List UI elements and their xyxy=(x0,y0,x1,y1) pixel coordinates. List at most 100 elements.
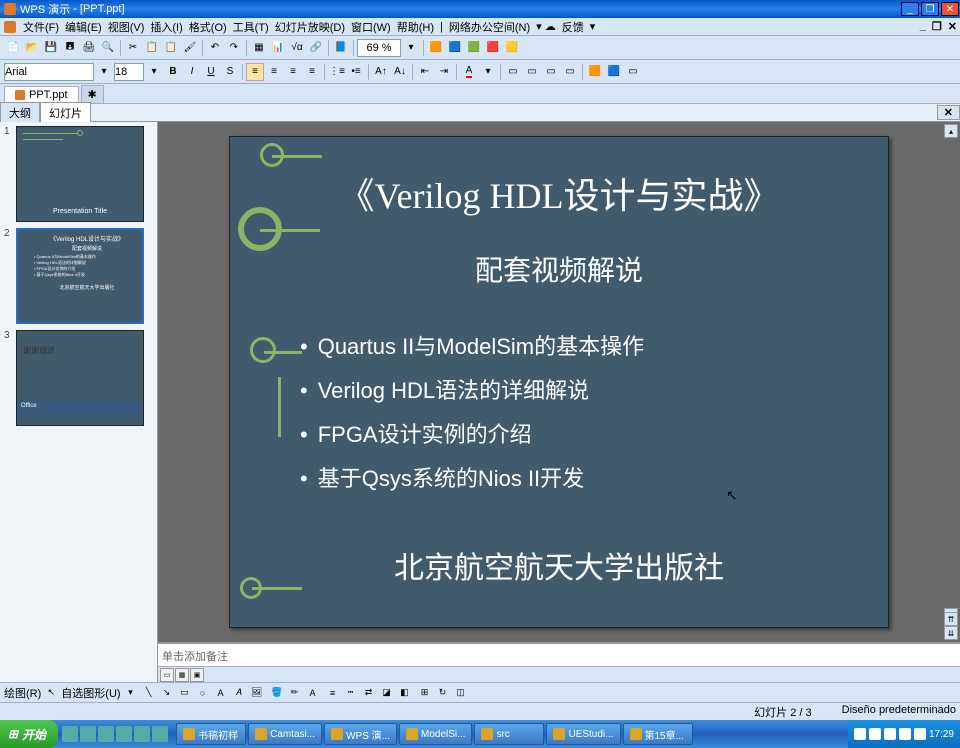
font-color-button[interactable]: A xyxy=(460,63,478,81)
tb-btn-b[interactable]: 🟦 xyxy=(446,39,464,57)
tray-icon-5[interactable] xyxy=(914,728,926,740)
slideshow-view-button[interactable]: ▣ xyxy=(190,668,204,682)
fill-color-button[interactable]: 🪣 xyxy=(269,685,285,701)
arrow-button[interactable]: ↘ xyxy=(159,685,175,701)
new-slide-button[interactable]: ▭ xyxy=(504,63,522,81)
prev-slide-button[interactable]: ⇈ xyxy=(944,612,958,626)
task-1[interactable]: 书稿初样 xyxy=(176,723,246,745)
start-button[interactable]: ⊞开始 xyxy=(0,720,58,748)
line-color-button[interactable]: ✏ xyxy=(287,685,303,701)
zoom-input[interactable] xyxy=(357,39,401,57)
rotate-button[interactable]: ↻ xyxy=(435,685,451,701)
new-button[interactable]: 📄 xyxy=(4,39,22,57)
current-slide[interactable]: 《Verilog HDL设计与实战》 配套视频解说 Quartus II与Mod… xyxy=(229,136,889,628)
task-4[interactable]: ModelSi... xyxy=(399,723,472,745)
shadow-style-button[interactable]: ◪ xyxy=(379,685,395,701)
font-color-button-2[interactable]: A xyxy=(305,685,321,701)
line-button[interactable]: ╲ xyxy=(141,685,157,701)
undo-button[interactable]: ↶ xyxy=(206,39,224,57)
tb2-c[interactable]: ▭ xyxy=(561,63,579,81)
ql-1[interactable] xyxy=(62,726,78,742)
format-painter-button[interactable]: 🖌 xyxy=(181,39,199,57)
tb2-f[interactable]: ▭ xyxy=(624,63,642,81)
oval-button[interactable]: ○ xyxy=(195,685,211,701)
bullets-button[interactable]: •≡ xyxy=(347,63,365,81)
font-family-input[interactable] xyxy=(4,63,94,81)
menu-view[interactable]: 视图(V) xyxy=(105,19,148,35)
tray-icon-4[interactable] xyxy=(899,728,911,740)
ql-4[interactable] xyxy=(116,726,132,742)
doc-restore[interactable]: ❐ xyxy=(929,20,945,33)
textbox-button[interactable]: A xyxy=(213,685,229,701)
doc-minimize[interactable]: _ xyxy=(917,20,929,33)
align-left-button[interactable]: ≡ xyxy=(246,63,264,81)
equal-button[interactable]: ◫ xyxy=(453,685,469,701)
open-button[interactable]: 📂 xyxy=(23,39,41,57)
slide-thumb-3[interactable]: 3 谢谢观赏 Office xyxy=(4,330,153,426)
tab-slides[interactable]: 幻灯片 xyxy=(40,102,91,124)
tb-btn-d[interactable]: 🟥 xyxy=(484,39,502,57)
doc-close[interactable]: ✕ xyxy=(945,20,960,33)
hyperlink-button[interactable]: 🔗 xyxy=(307,39,325,57)
3d-style-button[interactable]: ◧ xyxy=(397,685,413,701)
wordart-button[interactable]: 𝐴 xyxy=(231,685,247,701)
menu-help[interactable]: 帮助(H) xyxy=(394,19,437,35)
increase-font-button[interactable]: A↑ xyxy=(372,63,390,81)
next-slide-button[interactable]: ⇊ xyxy=(944,626,958,640)
notes-pane[interactable]: 单击添加备注 xyxy=(158,642,960,666)
menu-format[interactable]: 格式(O) xyxy=(186,19,230,35)
sorter-view-button[interactable]: ▦ xyxy=(175,668,189,682)
slide-area[interactable]: ▴ 《Verilog HDL设计与实战》 配套视频解说 Quartus II与M… xyxy=(158,122,960,642)
task-5[interactable]: src xyxy=(474,723,544,745)
slide-thumb-2[interactable]: 2 《Verilog HDL设计与实战》 配套视频解说 • Quartus II… xyxy=(4,228,153,324)
equation-button[interactable]: √α xyxy=(288,39,306,57)
font-color-dropdown[interactable]: ▾ xyxy=(479,63,497,81)
tb2-d[interactable]: 🟧 xyxy=(586,63,604,81)
dash-style-button[interactable]: ┅ xyxy=(343,685,359,701)
zoom-dropdown[interactable]: ▾ xyxy=(402,39,420,57)
italic-button[interactable]: I xyxy=(183,63,201,81)
decrease-indent-button[interactable]: ⇤ xyxy=(416,63,434,81)
task-7[interactable]: 第15章... xyxy=(623,723,693,745)
system-tray[interactable]: 17:29 xyxy=(848,720,960,748)
autoshape-dropdown[interactable]: ▾ xyxy=(123,685,139,701)
saveas-button[interactable]: 🖪 xyxy=(61,39,79,57)
tb2-a[interactable]: ▭ xyxy=(523,63,541,81)
print-button[interactable]: 🖨 xyxy=(80,39,98,57)
paste-button[interactable]: 📋 xyxy=(162,39,180,57)
ql-3[interactable] xyxy=(98,726,114,742)
line-style-button[interactable]: ≡ xyxy=(325,685,341,701)
ql-6[interactable] xyxy=(152,726,168,742)
picture-button[interactable]: 🖼 xyxy=(249,685,265,701)
underline-button[interactable]: U xyxy=(202,63,220,81)
tb2-b[interactable]: ▭ xyxy=(542,63,560,81)
menu-network[interactable]: 网络办公空间(N) xyxy=(446,19,533,35)
tray-icon-3[interactable] xyxy=(884,728,896,740)
menu-tools[interactable]: 工具(T) xyxy=(230,19,272,35)
align-center-button[interactable]: ≡ xyxy=(265,63,283,81)
tab-outline[interactable]: 大纲 xyxy=(0,102,40,124)
chart-button[interactable]: 📊 xyxy=(269,39,287,57)
app-menu-icon[interactable] xyxy=(4,21,16,33)
select-button[interactable]: ↖ xyxy=(43,685,59,701)
slide-thumb-1[interactable]: 1 Presentation Title xyxy=(4,126,153,222)
bold-button[interactable]: B xyxy=(164,63,182,81)
menu-edit[interactable]: 编辑(E) xyxy=(62,19,105,35)
slides-panel[interactable]: 1 Presentation Title 2 《Verilog HDL设计与实战… xyxy=(0,122,158,682)
menu-window[interactable]: 窗口(W) xyxy=(348,19,394,35)
preview-button[interactable]: 🔍 xyxy=(99,39,117,57)
document-tab[interactable]: PPT.ppt xyxy=(4,86,79,103)
align-right-button[interactable]: ≡ xyxy=(284,63,302,81)
autoshape-menu[interactable]: 自选图形(U) xyxy=(61,685,120,701)
tray-icon-2[interactable] xyxy=(869,728,881,740)
decrease-font-button[interactable]: A↓ xyxy=(391,63,409,81)
menu-feedback[interactable]: 反馈 xyxy=(559,19,587,35)
tb-btn-a[interactable]: 🟧 xyxy=(427,39,445,57)
save-button[interactable]: 💾 xyxy=(42,39,60,57)
tray-icon-1[interactable] xyxy=(854,728,866,740)
shadow-button[interactable]: S xyxy=(221,63,239,81)
task-2[interactable]: Camtasi... xyxy=(248,723,322,745)
task-3[interactable]: WPS 演... xyxy=(324,723,397,745)
align-button[interactable]: ⊞ xyxy=(417,685,433,701)
increase-indent-button[interactable]: ⇥ xyxy=(435,63,453,81)
